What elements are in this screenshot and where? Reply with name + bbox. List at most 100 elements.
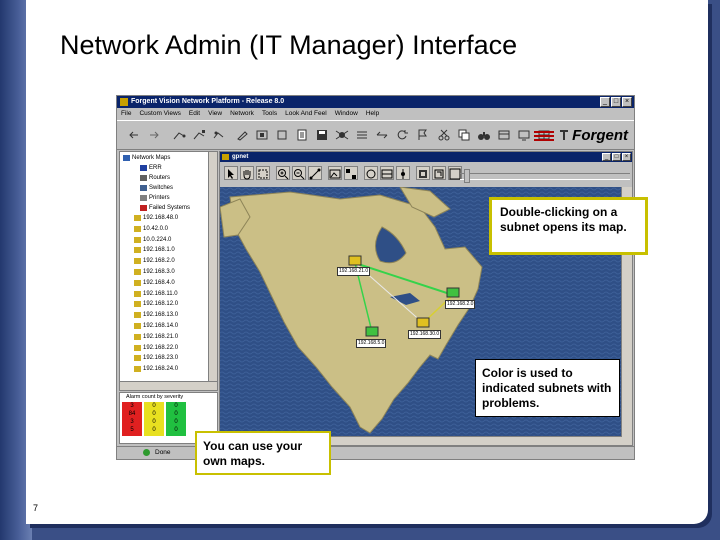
- menu-item[interactable]: View: [208, 108, 222, 119]
- back-icon[interactable]: [127, 129, 141, 141]
- tree-item[interactable]: 192.168.4.0: [134, 278, 175, 288]
- stop-icon[interactable]: [275, 129, 289, 141]
- alarm-severity-column: 0 0 0 0: [144, 402, 164, 436]
- tree-item[interactable]: 192.168.3.0: [134, 267, 175, 277]
- node-icon-3: [365, 326, 379, 337]
- copy-icon[interactable]: [457, 129, 471, 141]
- loop-icon[interactable]: [364, 166, 378, 180]
- list-icon[interactable]: [355, 129, 369, 141]
- select-icon[interactable]: [256, 166, 270, 180]
- layout-icon[interactable]: [344, 166, 358, 180]
- spider-icon[interactable]: [335, 129, 349, 141]
- tree-item-label: 192.168.13.0: [143, 312, 179, 319]
- frame-icon[interactable]: [255, 129, 269, 141]
- forward-icon[interactable]: [147, 129, 161, 141]
- tee-icon[interactable]: [557, 129, 571, 141]
- map-window-titlebar[interactable]: gpnet _ □ ×: [220, 152, 632, 162]
- node-label[interactable]: 192.168.5.0: [356, 339, 387, 348]
- tree-item[interactable]: 192.168.14.0: [134, 321, 178, 331]
- flag-icon[interactable]: [415, 129, 429, 141]
- subnet-icon: [134, 225, 141, 232]
- app-icon: [120, 98, 128, 106]
- image-icon[interactable]: [328, 166, 342, 180]
- route-icon[interactable]: [172, 129, 186, 141]
- network-maps-tree: Network Maps ERR Routers Switches Printers Fa…: [119, 151, 218, 391]
- document-icon[interactable]: [295, 129, 309, 141]
- menu-item[interactable]: Custom Views: [139, 108, 180, 119]
- scissors-icon[interactable]: [437, 129, 451, 141]
- alarm-count: 0: [174, 403, 178, 409]
- route-edit-icon[interactable]: [212, 129, 226, 141]
- tree-horizontal-scrollbar[interactable]: [120, 381, 217, 390]
- zoom-in-icon[interactable]: [276, 166, 290, 180]
- tree-item-label: 192.168.22.0: [143, 344, 179, 351]
- status-text: Done: [155, 449, 171, 456]
- tree-item[interactable]: 10.0.224.0: [134, 235, 171, 245]
- subnet-icon: [134, 279, 141, 286]
- menu-item[interactable]: Network: [230, 108, 254, 119]
- zoom-slider-track[interactable]: [460, 173, 630, 180]
- menu-item[interactable]: Help: [366, 108, 379, 119]
- alarm-count: 3: [130, 403, 134, 409]
- tree-item[interactable]: 192.168.23.0: [134, 353, 178, 363]
- refresh-icon[interactable]: [395, 129, 409, 141]
- menu-item[interactable]: Window: [335, 108, 358, 119]
- legend-icon[interactable]: [416, 166, 430, 180]
- tree-item[interactable]: 192.168.12.0: [134, 299, 178, 309]
- tree-item[interactable]: Failed Systems: [140, 203, 190, 213]
- node-label[interactable]: 192.168.2.0: [445, 300, 476, 309]
- tree-item[interactable]: ERR: [140, 163, 162, 173]
- map-minimize-button[interactable]: _: [602, 153, 611, 161]
- alarm-count: 5: [130, 427, 134, 433]
- zoom-out-icon[interactable]: [292, 166, 306, 180]
- connect-icon[interactable]: [308, 166, 322, 180]
- node-label[interactable]: 192.168.21.0: [337, 267, 371, 276]
- pointer-icon[interactable]: [224, 166, 238, 180]
- maximize-button[interactable]: □: [611, 97, 621, 107]
- monitor-icon[interactable]: [517, 129, 531, 141]
- tree-item[interactable]: Printers: [140, 193, 170, 203]
- device-group-icon: [140, 175, 147, 181]
- tree-item[interactable]: 192.168.24.0: [134, 364, 178, 374]
- menu-item[interactable]: Edit: [189, 108, 200, 119]
- tree-item[interactable]: 192.168.11.0: [134, 289, 178, 299]
- binoculars-icon[interactable]: [477, 129, 491, 141]
- menu-item[interactable]: File: [121, 108, 131, 119]
- node-label[interactable]: 192.168.30.0: [408, 330, 442, 339]
- tree-item[interactable]: 192.168.21.0: [134, 332, 178, 342]
- panel-icon[interactable]: [497, 129, 511, 141]
- tree-item[interactable]: Switches: [140, 183, 173, 193]
- tree-item[interactable]: 192.168.2.0: [134, 256, 175, 266]
- network-maps-icon: [123, 155, 130, 161]
- route-add-icon[interactable]: [192, 129, 206, 141]
- arrows-icon[interactable]: [375, 129, 389, 141]
- close-button[interactable]: ×: [622, 97, 632, 107]
- device-group-icon: [140, 165, 147, 171]
- tree-item-label: 192.168.11.0: [143, 290, 178, 297]
- save-icon[interactable]: [315, 129, 329, 141]
- subnet-icon: [134, 258, 141, 265]
- node-icon[interactable]: [396, 166, 410, 180]
- menu-item[interactable]: Look And Feel: [285, 108, 327, 119]
- zoom-slider-thumb[interactable]: [464, 169, 470, 183]
- tree-item[interactable]: Network Maps: [123, 153, 170, 163]
- pencil-icon[interactable]: [235, 129, 249, 141]
- app-titlebar[interactable]: Forgent Vision Network Platform - Releas…: [117, 96, 634, 108]
- menu-item[interactable]: Tools: [262, 108, 277, 119]
- tree-item[interactable]: 192.168.48.0: [134, 213, 178, 223]
- subnet-icon: [134, 344, 141, 351]
- tree-item[interactable]: 10.42.0.0: [134, 224, 168, 234]
- tree-item[interactable]: Routers: [140, 173, 170, 183]
- tree-item[interactable]: 192.168.22.0: [134, 343, 178, 353]
- tree-item[interactable]: 192.168.13.0: [134, 310, 178, 320]
- tree-item-label: Failed Systems: [149, 205, 191, 211]
- map-view-icon[interactable]: [380, 166, 394, 180]
- fit-icon[interactable]: [432, 166, 446, 180]
- map-close-button[interactable]: ×: [622, 153, 631, 161]
- tree-vertical-scrollbar[interactable]: [208, 152, 217, 390]
- minimize-button[interactable]: _: [600, 97, 610, 107]
- map-maximize-button[interactable]: □: [612, 153, 621, 161]
- tree-item-label: 192.168.2.0: [143, 258, 175, 265]
- tree-item[interactable]: 192.168.1.0: [134, 245, 175, 255]
- hand-icon[interactable]: [240, 166, 254, 180]
